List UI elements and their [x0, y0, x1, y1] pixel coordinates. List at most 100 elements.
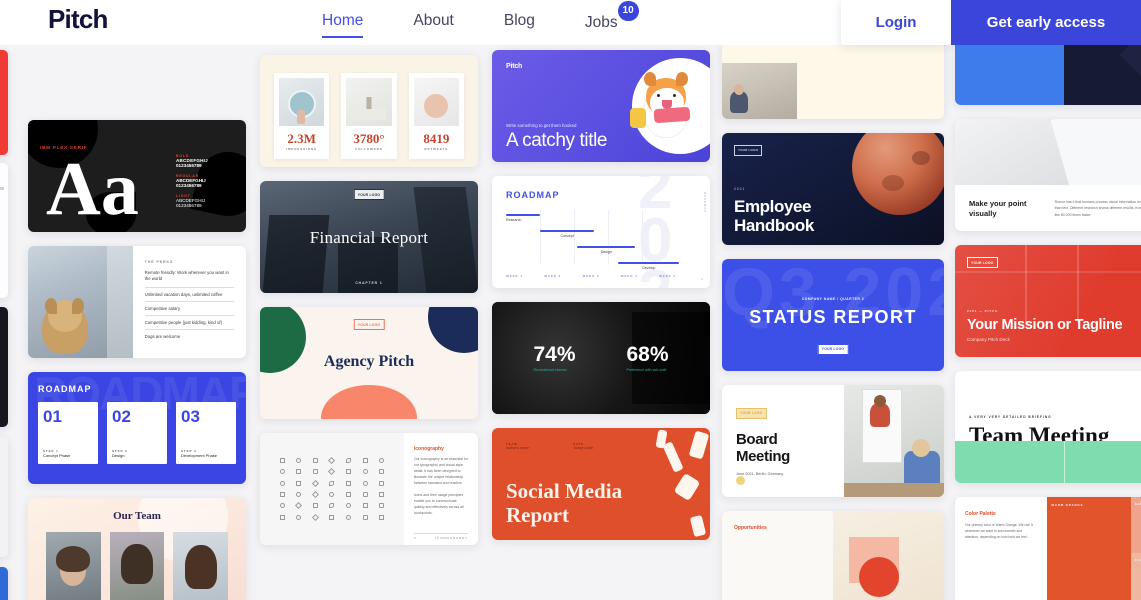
- stat-label-retweets: RETWEETS: [424, 147, 449, 151]
- template-card-team-meeting[interactable]: A VERY VERY DETAILED BRIEFING Team Meeti…: [955, 371, 1141, 483]
- financial-report-logo: YOUR LOGO: [353, 189, 385, 201]
- gantt-plot: Research Concept Design Develop: [506, 210, 680, 270]
- opportunities-photo: [833, 511, 944, 600]
- grid-icon: [312, 503, 318, 509]
- roadmap-step-number-03: 03: [181, 407, 200, 426]
- status-report-title: STATUS REPORT: [749, 307, 917, 327]
- template-card-agency-pitch[interactable]: YOUR LOGO Agency Pitch: [260, 307, 478, 419]
- employee-handbook-year: 2021: [734, 187, 746, 191]
- stat-label-followers: FOLLOWERS: [355, 147, 383, 151]
- status-report-logo: YOUR LOGO: [817, 343, 849, 355]
- gallery-column-5: issue or blocker here in a concise sente…: [955, 45, 1141, 600]
- financial-report-title: Financial Report: [309, 228, 429, 247]
- grid-icon: [345, 492, 351, 498]
- swatch-clay: CLAY: [1130, 553, 1141, 600]
- grid-icon: [279, 503, 285, 509]
- template-card-social-media-report[interactable]: TEAM Author's name DATE Today's date Soc…: [492, 428, 710, 540]
- iconography-body-1: Our iconography is an essential for our …: [413, 457, 468, 485]
- edge-card-dark[interactable]: [0, 307, 8, 427]
- nav-link-about[interactable]: About: [413, 12, 454, 33]
- template-card-catchy-title[interactable]: Pitch Write something to get them hooked…: [492, 50, 710, 162]
- roadmap-step-03: 03 STEP 3 Development Phase: [176, 402, 236, 464]
- iconography-footer-left: 4: [413, 536, 417, 540]
- template-card-dark-metrics[interactable]: 74% Recreational interest 68% Preference…: [492, 302, 710, 414]
- template-card-financial-report[interactable]: YOUR LOGO Financial Report CHAPTER 1: [260, 181, 478, 293]
- status-report-kicker: Company Name / Quarter 3: [801, 297, 865, 301]
- benefits-item-1: Unlimited vacation days, unlimited coffe…: [144, 288, 234, 302]
- template-card-board-meeting[interactable]: YOUR LOGO Board Meeting June 2021, Berli…: [722, 385, 944, 497]
- nav-link-blog[interactable]: Blog: [504, 12, 535, 33]
- stat-value-retweets: 8419: [423, 131, 450, 146]
- login-button[interactable]: Login: [841, 0, 951, 45]
- template-card-color-palette[interactable]: Color Palette Our primary color is Warm …: [955, 497, 1141, 600]
- make-point-body-row: Make your point visually Rumor has it th…: [955, 185, 1141, 219]
- smr-meta: TEAM Author's name DATE Today's date: [506, 442, 593, 450]
- dark-metric-label-0: Recreational interest: [533, 368, 567, 372]
- get-early-access-button[interactable]: Get early access: [951, 0, 1141, 45]
- template-card-status-report[interactable]: Q3 2021 Company Name / Quarter 3 STATUS …: [722, 259, 944, 371]
- grid-icon: [296, 458, 302, 464]
- roadmap-step-02: 02 STEP 2 Design: [107, 402, 167, 464]
- our-team-title: Our Team: [113, 510, 161, 522]
- nav-actions: Login Get early access: [841, 0, 1141, 45]
- template-card-opportunities[interactable]: Opportunities: [722, 511, 944, 600]
- nav-link-jobs[interactable]: Jobs: [585, 14, 618, 34]
- template-card-typography-aa[interactable]: IBM Plex Serif Aa BOLD ABCDEFGHIJ 012345…: [28, 120, 246, 232]
- grid-icon: [279, 469, 285, 475]
- template-card-employee-handbook[interactable]: YOUR LOGO 2021 Employee Handbook: [722, 133, 944, 245]
- smr-meta-value-date: Today's date: [573, 446, 594, 450]
- board-meeting-subtitle: June 2021, Berlin, Germany: [736, 471, 784, 476]
- mission-tagline-logo: YOUR LOGO: [967, 257, 998, 269]
- nav-link-home[interactable]: Home: [322, 12, 364, 38]
- benefits-item-2: Competitive salary: [144, 302, 234, 316]
- gantt-task-develop: Develop: [618, 262, 680, 270]
- roadmap-step-number-01: 01: [43, 407, 62, 426]
- agency-pitch-logo: YOUR LOGO: [353, 319, 385, 331]
- edge-card-light[interactable]: [0, 437, 8, 557]
- grid-icon: [311, 479, 319, 487]
- template-card-mission-tagline[interactable]: YOUR LOGO 2021 — PITCH Your Mission or T…: [955, 245, 1141, 357]
- gantt-axis-tick-4: WEEK 5: [659, 274, 676, 278]
- nav-link-jobs-wrapper: Jobs 10: [585, 0, 639, 34]
- gantt-task-concept: Concept: [540, 230, 595, 238]
- grid-icon: [362, 480, 368, 486]
- template-card-roadmap-gantt[interactable]: 2021 ROADMAP Research Concept Design: [492, 176, 710, 288]
- dark-metric-value-1: 68%: [626, 343, 669, 366]
- stat-photo: [413, 78, 459, 126]
- template-card-iconography[interactable]: Iconography Our iconography is an essent…: [260, 433, 478, 545]
- mission-tagline-subtitle: Company Pitch Deck: [967, 337, 1010, 342]
- template-card-our-team[interactable]: Our Team: [28, 498, 246, 600]
- edge-card-white[interactable]: [0, 163, 8, 298]
- roadmap-step-label-01: Concept Phase: [43, 453, 71, 458]
- template-card-roadmap-steps[interactable]: ROADMAP ROADMAP 01 STEP 1 Concept Phase …: [28, 372, 246, 484]
- swatch-label-sand: SAND: [1134, 503, 1141, 506]
- grid-icon: [329, 514, 335, 520]
- template-gallery[interactable]: IBM Plex Serif Aa BOLD ABCDEFGHIJ 012345…: [0, 45, 1141, 600]
- board-meeting-photo: [844, 385, 944, 497]
- template-card-make-point-visually[interactable]: Make your point visually Rumor has it th…: [955, 119, 1141, 231]
- swatch-warm-orange: WARM ORANGE: [1046, 497, 1131, 600]
- grid-icon: [312, 458, 318, 464]
- dark-metric-label-1: Preference with sub-craft: [626, 368, 667, 372]
- brand-logo[interactable]: Pitch: [48, 4, 108, 35]
- template-card-problem-solution[interactable]: Voltage is medical approaching perpendic…: [722, 45, 944, 119]
- grid-icon: [379, 492, 385, 498]
- agency-pitch-title: Agency Pitch: [323, 353, 415, 370]
- stat-label-impressions: IMPRESSIONS: [286, 147, 318, 151]
- template-card-issue-solution[interactable]: issue or blocker here in a concise sente…: [955, 45, 1141, 105]
- mission-tagline-title: Your Mission or Tagline: [967, 317, 1123, 333]
- edge-card-blue[interactable]: [0, 567, 8, 600]
- employee-handbook-title-1: Employee: [734, 197, 812, 216]
- solution-text: solution here a concise sentence.: [1076, 45, 1141, 48]
- stat-value-followers: 3780°: [353, 131, 385, 146]
- grid-icon: [296, 469, 302, 475]
- smr-title-line1: Social Media: [506, 479, 623, 503]
- iconography-title: Iconography: [413, 446, 444, 452]
- grid-icon: [362, 469, 368, 475]
- specimen-digits-regular: 0123456789: [176, 183, 202, 188]
- template-card-social-stats[interactable]: 2.3M IMPRESSIONS 3780° FOLLOWERS 8419 RE…: [260, 55, 478, 167]
- primary-nav-links: Home About Blog Jobs 10: [322, 0, 639, 45]
- template-card-benefits-list[interactable]: THE PERKS Remote friendly: Work wherever…: [28, 246, 246, 358]
- gantt-page-number: 5: [701, 277, 704, 281]
- edge-card-red[interactable]: [0, 50, 8, 155]
